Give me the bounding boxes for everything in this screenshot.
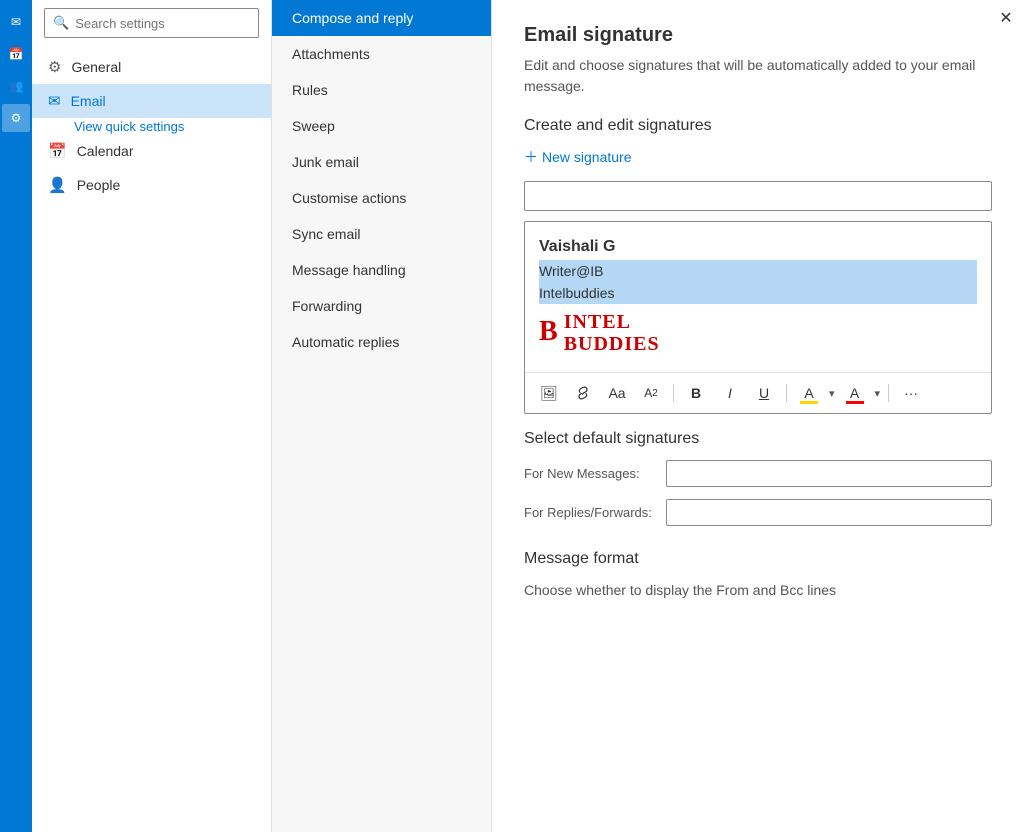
email-signature-title: Email signature — [524, 24, 992, 47]
submenu-message-handling[interactable]: Message handling — [272, 252, 491, 288]
sig-name-line: Vaishali G — [539, 234, 977, 260]
settings-sidebar: 🔍 ⚙ General ✉ Email View quick settings … — [32, 0, 272, 832]
new-signature-label: New signature — [542, 149, 632, 165]
submenu-customise-actions[interactable]: Customise actions — [272, 180, 491, 216]
nav-label-people: People — [77, 177, 121, 193]
toolbar-image-button[interactable]: 🖼 — [535, 379, 563, 407]
icon-bar-people[interactable]: 👥 — [2, 72, 30, 100]
toolbar-separator-3 — [888, 384, 889, 402]
default-signatures-title: Select default signatures — [524, 430, 992, 448]
toolbar-italic-button[interactable]: I — [716, 379, 744, 407]
new-messages-row: For New Messages: — [524, 460, 992, 487]
replies-forwards-row: For Replies/Forwards: — [524, 499, 992, 526]
submenu-automatic-replies[interactable]: Automatic replies — [272, 324, 491, 360]
email-signature-section: Email signature Edit and choose signatur… — [524, 24, 992, 414]
toolbar-superscript-button[interactable]: A2 — [637, 379, 665, 407]
font-color-underline — [846, 401, 864, 404]
toolbar-link-button[interactable] — [569, 379, 597, 407]
general-icon: ⚙ — [48, 58, 61, 76]
search-icon: 🔍 — [53, 15, 69, 31]
icon-bar-settings[interactable]: ⚙ — [2, 104, 30, 132]
nav-label-email: Email — [71, 93, 106, 109]
submenu-attachments[interactable]: Attachments — [272, 36, 491, 72]
sig-content[interactable]: Vaishali G Writer@IB Intelbuddies B INTE… — [525, 222, 991, 372]
toolbar-bold-button[interactable]: B — [682, 379, 710, 407]
new-signature-button[interactable]: ＋ New signature — [524, 147, 632, 167]
icon-bar-calendar[interactable]: 📅 — [2, 40, 30, 68]
new-signature-plus-icon: ＋ — [524, 147, 538, 167]
calendar-icon: 📅 — [48, 142, 67, 160]
sig-logo: B INTEL BUDDIES — [539, 310, 977, 355]
toolbar-highlight-button[interactable]: A — [795, 379, 823, 407]
search-box-container: 🔍 — [44, 8, 259, 38]
highlight-underline — [800, 401, 818, 404]
nav-items: ⚙ General ✉ Email View quick settings 📅 … — [32, 46, 271, 206]
new-messages-input[interactable] — [666, 460, 992, 487]
toolbar-font-color-button[interactable]: A — [841, 379, 869, 407]
sig-line2: Intelbuddies — [539, 282, 977, 304]
toolbar-font-size-button[interactable]: Aa — [603, 379, 631, 407]
logo-text: INTEL BUDDIES — [564, 311, 660, 355]
icon-bar-mail[interactable]: ✉ — [2, 8, 30, 36]
view-quick-settings-link[interactable]: View quick settings — [32, 113, 200, 140]
icon-bar: ✉ 📅 👥 ⚙ — [0, 0, 32, 832]
signature-editor: Vaishali G Writer@IB Intelbuddies B INTE… — [524, 221, 992, 414]
sig-line1: Writer@IB — [539, 260, 977, 282]
submenu-sweep[interactable]: Sweep — [272, 108, 491, 144]
submenu-rules[interactable]: Rules — [272, 72, 491, 108]
nav-item-people[interactable]: 👤 People — [32, 168, 271, 202]
signature-name-input[interactable]: Signature 1 — [524, 181, 992, 211]
email-icon: ✉ — [48, 92, 61, 110]
message-format-section: Message format Choose whether to display… — [524, 550, 992, 601]
people-icon: 👤 — [48, 176, 67, 194]
email-signature-desc: Edit and choose signatures that will be … — [524, 55, 992, 97]
logo-intel: INTEL — [564, 311, 660, 333]
highlight-dropdown-icon[interactable]: ▾ — [829, 387, 835, 400]
create-edit-signatures-label: Create and edit signatures — [524, 117, 992, 135]
submenu-forwarding[interactable]: Forwarding — [272, 288, 491, 324]
logo-buddies: BUDDIES — [564, 333, 660, 355]
replies-forwards-label: For Replies/Forwards: — [524, 505, 654, 520]
submenu-col: Compose and reply Attachments Rules Swee… — [272, 0, 492, 832]
nav-label-calendar: Calendar — [77, 143, 134, 159]
font-color-dropdown-icon[interactable]: ▾ — [875, 387, 881, 400]
new-messages-label: For New Messages: — [524, 466, 654, 481]
replies-forwards-input[interactable] — [666, 499, 992, 526]
default-signatures-section: Select default signatures For New Messag… — [524, 430, 992, 526]
message-format-title: Message format — [524, 550, 992, 568]
main-content: ✕ Email signature Edit and choose signat… — [492, 0, 1024, 832]
submenu-compose-reply[interactable]: Compose and reply — [272, 0, 491, 36]
toolbar-separator-1 — [673, 384, 674, 402]
message-format-desc: Choose whether to display the From and B… — [524, 580, 992, 601]
close-button[interactable]: ✕ — [992, 4, 1020, 32]
submenu-sync-email[interactable]: Sync email — [272, 216, 491, 252]
logo-b-icon: B — [539, 310, 558, 355]
toolbar-more-button[interactable]: ··· — [897, 379, 925, 407]
search-input[interactable] — [75, 16, 250, 31]
submenu-junk-email[interactable]: Junk email — [272, 144, 491, 180]
sig-toolbar: 🖼 Aa A2 B — [525, 372, 991, 413]
app-container: ✉ 📅 👥 ⚙ 🔍 ⚙ General ✉ Email View quick s… — [0, 0, 1024, 832]
nav-item-general[interactable]: ⚙ General — [32, 50, 271, 84]
toolbar-separator-2 — [786, 384, 787, 402]
nav-label-general: General — [71, 59, 121, 75]
toolbar-underline-button[interactable]: U — [750, 379, 778, 407]
